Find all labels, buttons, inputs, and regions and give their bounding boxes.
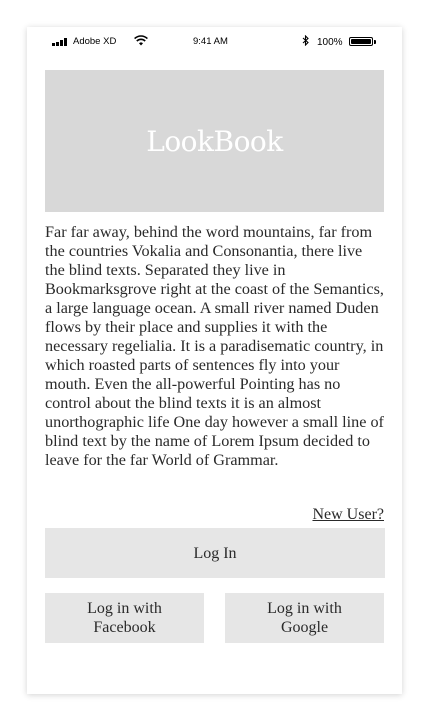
battery-icon [349, 37, 373, 46]
carrier-name: Adobe XD [73, 36, 117, 47]
new-user-link[interactable]: New User? [312, 506, 384, 524]
facebook-login-label: Log in with Facebook [87, 600, 162, 636]
clock: 9:41 AM [193, 36, 228, 47]
facebook-login-button[interactable]: Log in with Facebook [45, 593, 204, 643]
battery-level [351, 39, 371, 44]
login-button-label: Log In [193, 544, 237, 562]
battery-percent: 100% [317, 37, 343, 48]
signal-icon [52, 38, 67, 46]
intro-text: Far far away, behind the word mountains,… [45, 223, 384, 469]
app-title: LookBook [146, 124, 283, 158]
bluetooth-icon [302, 34, 309, 49]
hero-banner: LookBook [45, 70, 384, 212]
google-login-label: Log in with Google [267, 600, 342, 636]
wifi-icon [134, 35, 148, 49]
battery-cap [374, 40, 376, 44]
status-bar: Adobe XD 9:41 AM 100% [27, 27, 402, 57]
phone-frame: Adobe XD 9:41 AM 100% LookBook Far far a… [27, 27, 402, 694]
login-button[interactable]: Log In [45, 528, 385, 578]
google-login-button[interactable]: Log in with Google [225, 593, 384, 643]
